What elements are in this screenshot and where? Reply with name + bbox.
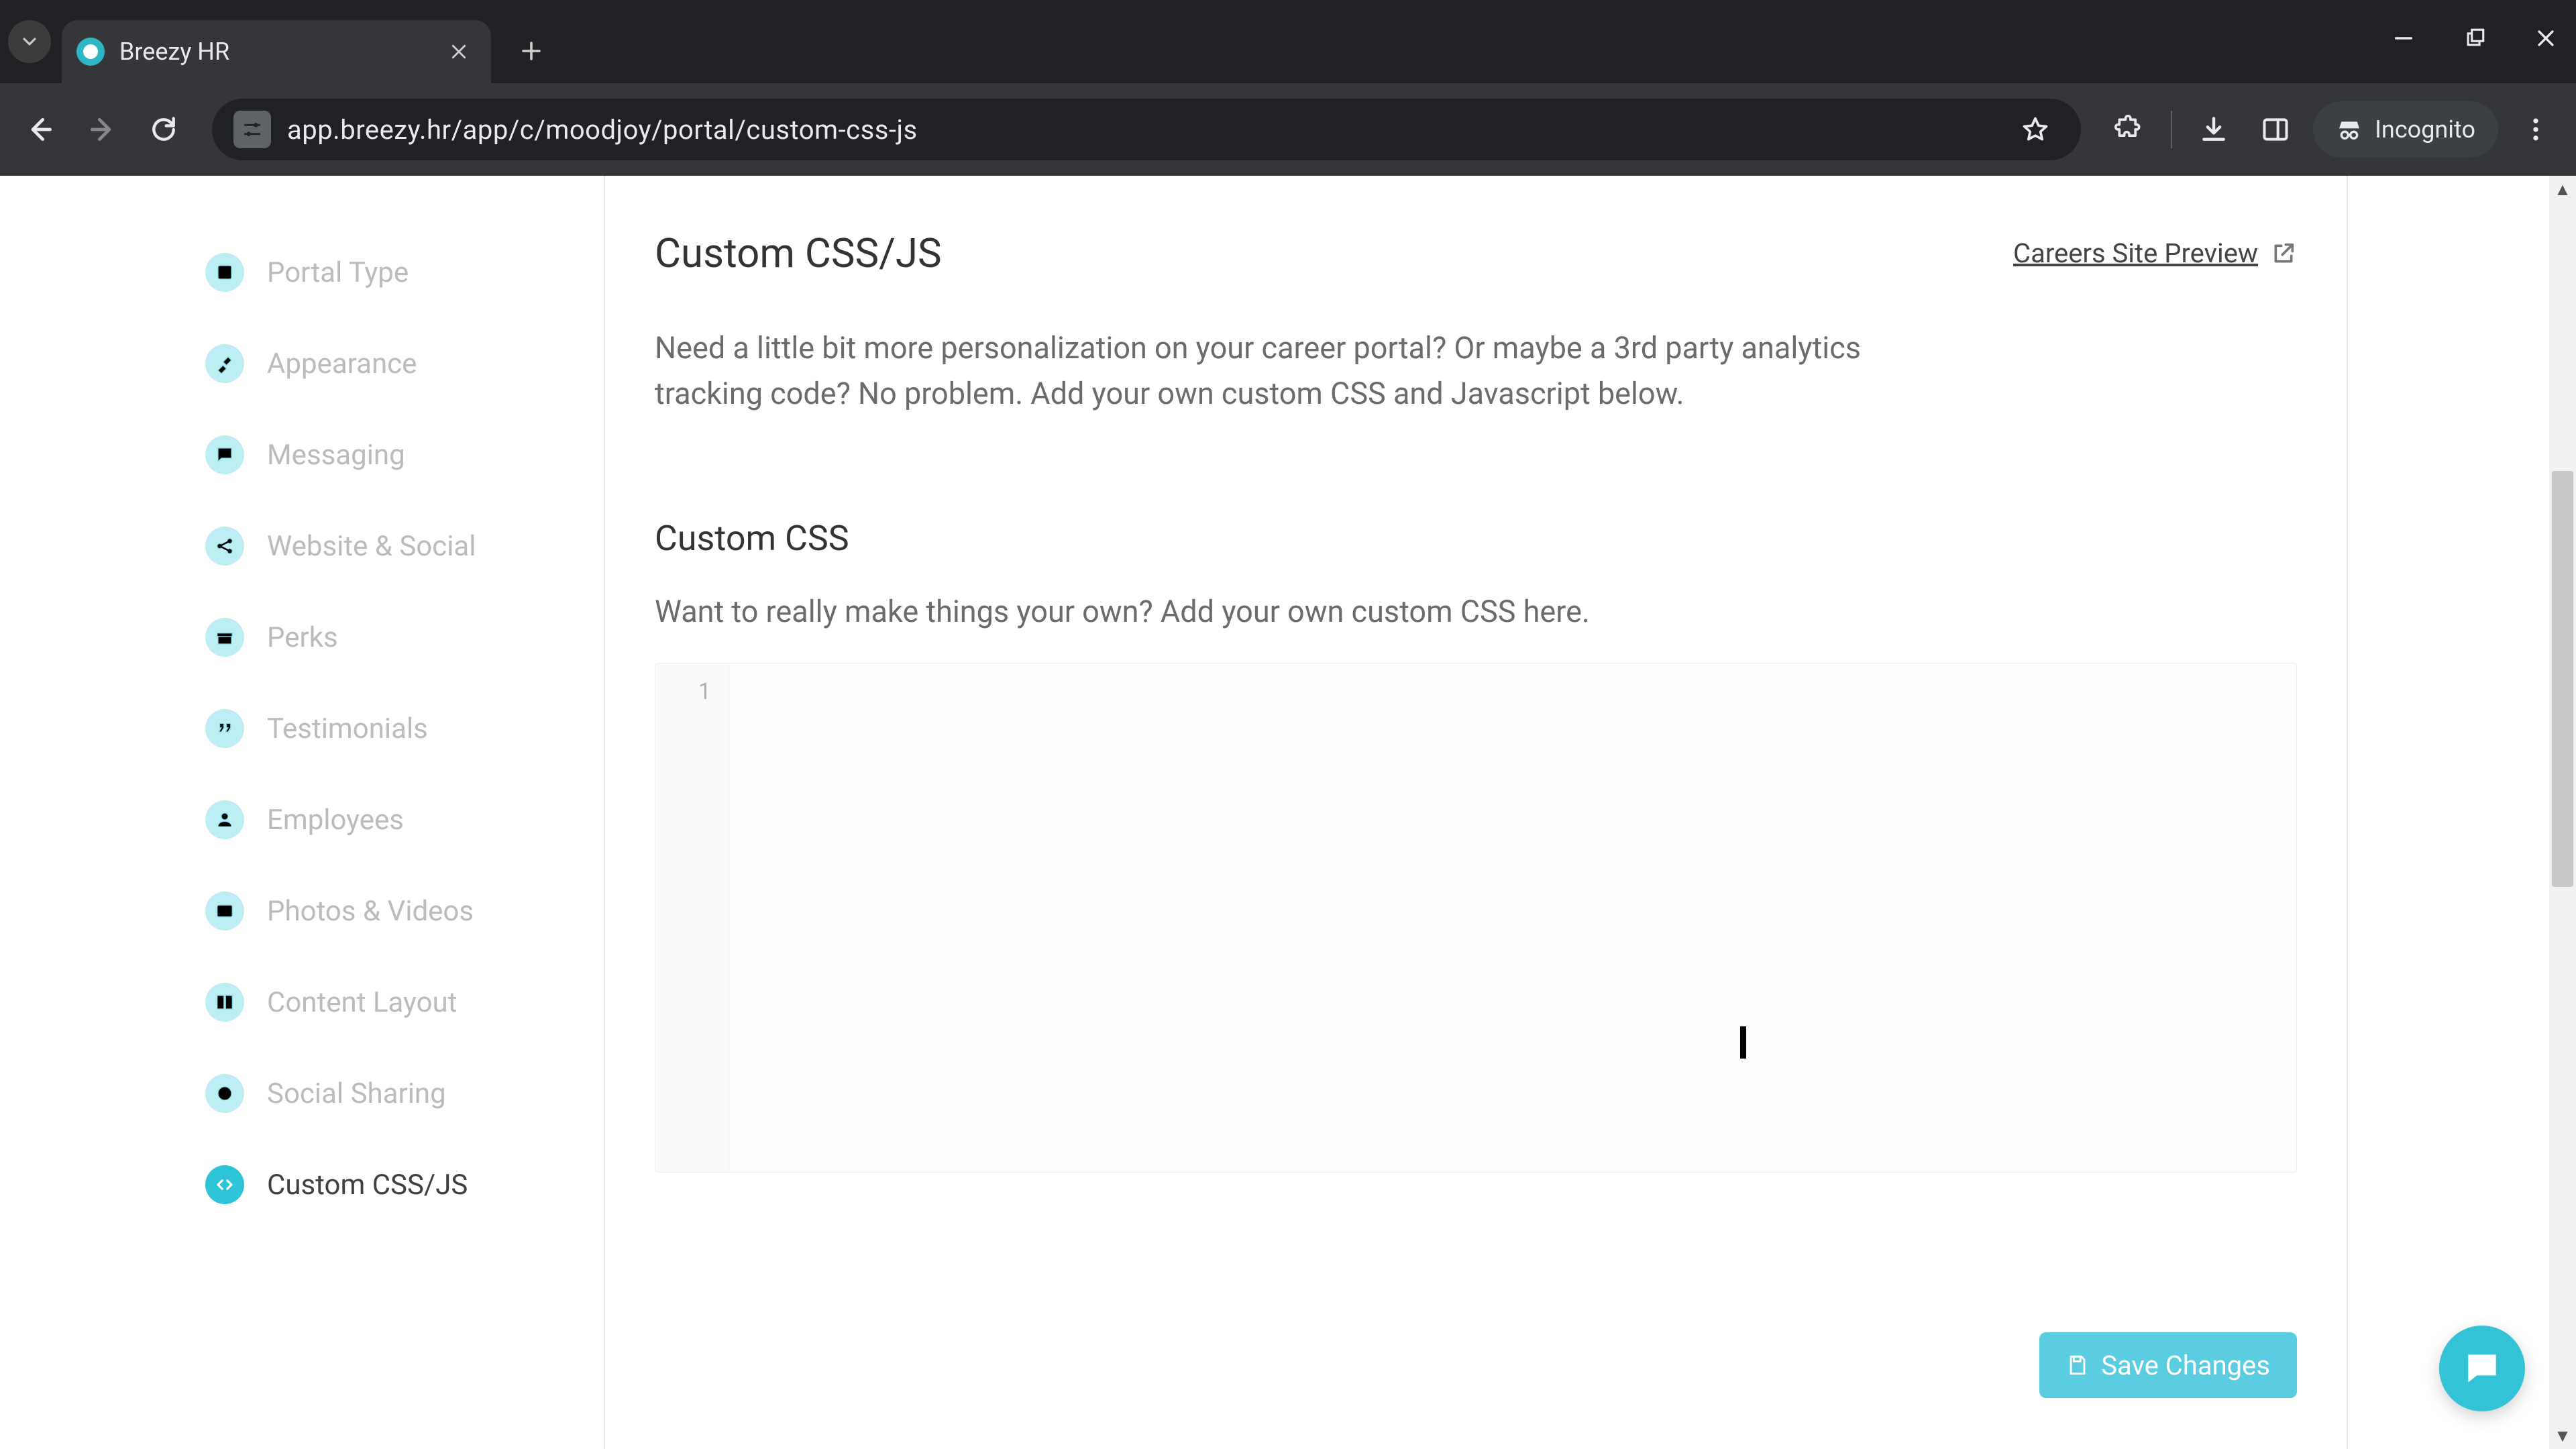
extensions-button[interactable] xyxy=(2105,105,2153,154)
window-controls xyxy=(2385,20,2564,56)
new-tab-button[interactable] xyxy=(511,31,551,71)
sidebar-item-label: Employees xyxy=(267,804,404,837)
puzzle-icon xyxy=(2114,115,2144,144)
main-panel: Custom CSS/JS Careers Site Preview Need … xyxy=(605,176,2348,1449)
url-text: app.breezy.hr/app/c/moodjoy/portal/custo… xyxy=(287,114,918,146)
incognito-label: Incognito xyxy=(2375,115,2475,144)
nav-forward-button[interactable] xyxy=(78,105,126,154)
brush-icon xyxy=(205,344,244,383)
preview-link-label: Careers Site Preview xyxy=(2013,237,2258,269)
sidebar-item-employees[interactable]: Employees xyxy=(201,774,604,865)
sidebar-item-label: Messaging xyxy=(267,439,405,472)
scrollbar-thumb[interactable] xyxy=(2552,471,2573,887)
window-minimize-button[interactable] xyxy=(2385,20,2422,56)
incognito-indicator[interactable]: Incognito xyxy=(2313,101,2498,158)
sidebar-item-website-social[interactable]: Website & Social xyxy=(201,500,604,592)
sidebar-item-label: Website & Social xyxy=(267,530,476,563)
panel-icon xyxy=(2261,115,2290,144)
careers-preview-link[interactable]: Careers Site Preview xyxy=(2013,237,2297,269)
custom-css-editor[interactable]: 1 xyxy=(655,663,2297,1173)
sidebar-item-label: Appearance xyxy=(267,347,417,380)
chat-icon xyxy=(205,435,244,474)
browser-toolbar: app.breezy.hr/app/c/moodjoy/portal/custo… xyxy=(0,83,2576,176)
settings-sidebar: Portal Type Appearance Messaging Website… xyxy=(201,176,604,1449)
section-title-custom-css: Custom CSS xyxy=(655,518,2297,559)
close-icon xyxy=(2534,27,2557,50)
sidebar-item-label: Content Layout xyxy=(267,986,457,1019)
save-button-label: Save Changes xyxy=(2101,1350,2270,1381)
scroll-up-arrow[interactable]: ▲ xyxy=(2549,176,2576,203)
window-close-button[interactable] xyxy=(2528,20,2564,56)
text-cursor xyxy=(1740,1026,1746,1059)
share-icon xyxy=(205,527,244,566)
browser-tab[interactable]: Breezy HR xyxy=(62,20,491,83)
tab-close-button[interactable] xyxy=(445,38,472,65)
sidebar-item-photos-videos[interactable]: Photos & Videos xyxy=(201,865,604,957)
external-link-icon xyxy=(2270,240,2297,267)
sidebar-item-label: Social Sharing xyxy=(267,1077,446,1110)
layout-icon xyxy=(205,253,244,292)
nav-reload-button[interactable] xyxy=(140,105,188,154)
tab-title: Breezy HR xyxy=(119,38,229,66)
site-settings-button[interactable] xyxy=(233,111,271,148)
arrow-right-icon xyxy=(87,115,117,144)
browser-titlebar: Breezy HR xyxy=(0,0,2576,83)
section-desc-custom-css: Want to really make things your own? Add… xyxy=(655,594,2297,629)
editor-line-gutter: 1 xyxy=(655,663,729,1172)
minimize-icon xyxy=(2392,27,2415,50)
sidebar-item-label: Custom CSS/JS xyxy=(267,1169,468,1201)
bookmark-button[interactable] xyxy=(2011,105,2059,154)
gift-icon xyxy=(205,618,244,657)
quote-icon xyxy=(205,709,244,748)
kebab-icon xyxy=(2521,115,2551,144)
intercom-chat-button[interactable] xyxy=(2439,1326,2525,1411)
nav-back-button[interactable] xyxy=(16,105,64,154)
maximize-icon xyxy=(2463,27,2486,50)
save-icon xyxy=(2066,1354,2089,1377)
download-icon xyxy=(2199,115,2229,144)
tab-favicon xyxy=(76,38,105,66)
sidebar-item-messaging[interactable]: Messaging xyxy=(201,409,604,500)
tune-icon xyxy=(241,119,263,140)
editor-textarea[interactable] xyxy=(729,663,2296,1172)
sidebar-item-perks[interactable]: Perks xyxy=(201,592,604,683)
address-bar[interactable]: app.breezy.hr/app/c/moodjoy/portal/custo… xyxy=(212,99,2081,160)
reload-icon xyxy=(149,115,178,144)
sidebar-item-label: Testimonials xyxy=(267,712,428,745)
page-description: Need a little bit more personalization o… xyxy=(655,325,1876,417)
sidebar-item-appearance[interactable]: Appearance xyxy=(201,318,604,409)
users-icon xyxy=(205,800,244,839)
chevron-down-icon xyxy=(19,31,40,52)
sidebar-item-label: Perks xyxy=(267,621,338,654)
columns-icon xyxy=(205,983,244,1022)
vertical-scrollbar[interactable]: ▲ ▼ xyxy=(2549,176,2576,1449)
close-icon xyxy=(449,42,469,62)
image-icon xyxy=(205,892,244,930)
sidebar-item-testimonials[interactable]: Testimonials xyxy=(201,683,604,774)
sidepanel-button[interactable] xyxy=(2251,105,2300,154)
sidebar-item-label: Photos & Videos xyxy=(267,895,474,928)
toolbar-separator xyxy=(2171,111,2172,148)
incognito-icon xyxy=(2336,116,2363,143)
scroll-down-arrow[interactable]: ▼ xyxy=(2549,1422,2576,1449)
page-viewport: Portal Type Appearance Messaging Website… xyxy=(0,176,2576,1449)
plus-icon xyxy=(519,39,543,63)
window-maximize-button[interactable] xyxy=(2457,20,2493,56)
chat-bubble-icon xyxy=(2461,1348,2503,1389)
sidebar-item-label: Portal Type xyxy=(267,256,409,289)
sidebar-item-content-layout[interactable]: Content Layout xyxy=(201,957,604,1048)
downloads-button[interactable] xyxy=(2190,105,2238,154)
arrow-left-icon xyxy=(25,115,55,144)
save-changes-button[interactable]: Save Changes xyxy=(2039,1332,2297,1398)
sidebar-item-custom-css-js[interactable]: Custom CSS/JS xyxy=(201,1139,604,1230)
sidebar-item-portal-type[interactable]: Portal Type xyxy=(201,227,604,318)
star-icon xyxy=(2021,115,2050,144)
code-icon xyxy=(205,1165,244,1204)
page-title: Custom CSS/JS xyxy=(655,229,942,277)
browser-menu-button[interactable] xyxy=(2512,105,2560,154)
share2-icon xyxy=(205,1074,244,1113)
line-number: 1 xyxy=(655,678,711,705)
sidebar-item-social-sharing[interactable]: Social Sharing xyxy=(201,1048,604,1139)
tab-search-dropdown[interactable] xyxy=(8,20,51,63)
